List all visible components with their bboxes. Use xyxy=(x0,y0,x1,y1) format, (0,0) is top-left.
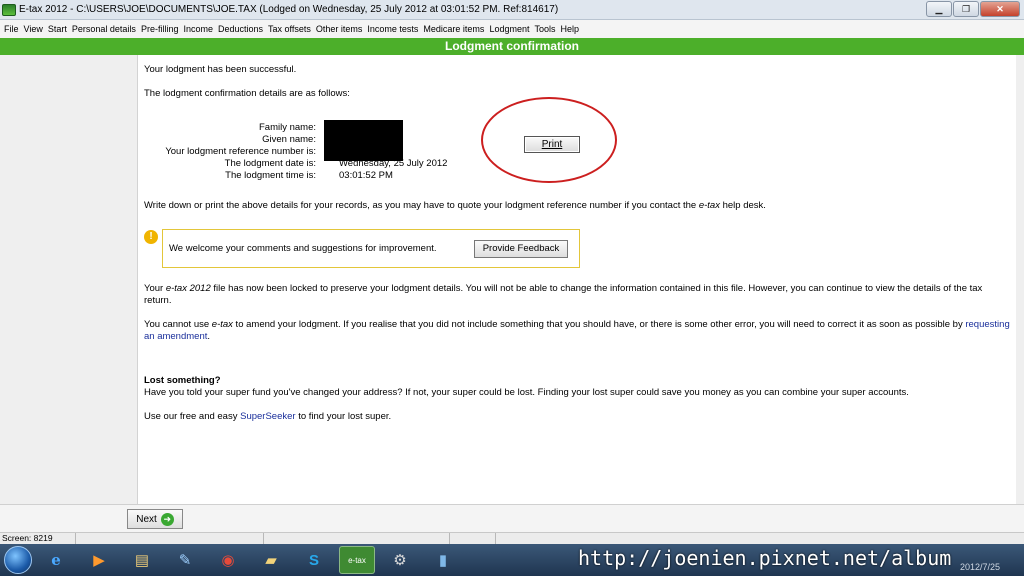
menu-medicare-items[interactable]: Medicare items xyxy=(423,24,484,34)
settings-icon[interactable]: ⚙ xyxy=(382,546,418,574)
skype-icon[interactable]: S xyxy=(296,546,332,574)
print-button-label: Print xyxy=(541,139,563,150)
window-title: E-tax 2012 - C:\USERS\JOE\DOCUMENTS\JOE.… xyxy=(19,4,559,15)
menu-pre-filling[interactable]: Pre-filling xyxy=(141,24,179,34)
provide-feedback-button[interactable]: Provide Feedback xyxy=(474,240,568,258)
locked-file-text: Your e-tax 2012 file has now been locked… xyxy=(144,283,983,306)
watermark-date: 2012/7/25 xyxy=(960,562,1001,572)
arrow-right-icon: ➜ xyxy=(160,512,174,526)
page-title: Lodgment confirmation xyxy=(0,38,1024,55)
minimize-button[interactable]: ▁ xyxy=(926,1,952,17)
start-button[interactable] xyxy=(4,546,32,574)
lodgment-date-label: The lodgment date is: xyxy=(224,158,316,169)
menu-income-tests[interactable]: Income tests xyxy=(367,24,418,34)
menu-tax-offsets[interactable]: Tax offsets xyxy=(268,24,311,34)
status-bar: Screen: 8219 xyxy=(0,532,1024,545)
media-player-icon[interactable]: ▶ xyxy=(81,546,117,574)
menu-tools[interactable]: Tools xyxy=(534,24,555,34)
details-labels: Family name: Given name: Your lodgment r… xyxy=(144,122,316,182)
menu-other-items[interactable]: Other items xyxy=(316,24,363,34)
lodgment-time-label: The lodgment time is: xyxy=(225,170,316,181)
superseeker-link[interactable]: SuperSeeker xyxy=(240,411,295,422)
watermark-url: http://joenien.pixnet.net/album xyxy=(578,546,952,570)
family-name-label: Family name: xyxy=(258,122,316,133)
success-message: Your lodgment has been successful. xyxy=(144,64,297,75)
superseeker-text: Use our free and easy SuperSeeker to fin… xyxy=(144,411,392,422)
next-button-label: Next xyxy=(136,513,157,525)
internet-explorer-icon[interactable]: e xyxy=(38,546,74,574)
bottom-nav-bar: Next ➜ xyxy=(0,504,1024,532)
etax-icon[interactable]: e-tax xyxy=(339,546,375,574)
reference-number-label: Your lodgment reference number is: xyxy=(165,146,316,157)
tools-icon[interactable]: ✎ xyxy=(167,546,203,574)
menu-start[interactable]: Start xyxy=(48,24,67,34)
etax-app-icon xyxy=(2,3,16,16)
menu-help[interactable]: Help xyxy=(560,24,579,34)
file-explorer-icon[interactable]: ▤ xyxy=(124,546,160,574)
left-panel xyxy=(0,55,138,504)
maximize-button[interactable]: ❐ xyxy=(953,1,979,17)
folder-icon[interactable]: ▰ xyxy=(253,546,289,574)
right-panel xyxy=(1016,55,1024,504)
warning-icon: ! xyxy=(144,230,158,244)
print-button[interactable]: Print xyxy=(524,136,580,153)
details-intro: The lodgment confirmation details are as… xyxy=(144,88,350,99)
feedback-box: We welcome your comments and suggestions… xyxy=(162,229,580,268)
book-icon[interactable]: ▮ xyxy=(425,546,461,574)
menu-lodgment[interactable]: Lodgment xyxy=(489,24,529,34)
lost-super-text: Have you told your super fund you've cha… xyxy=(144,387,909,398)
menu-file[interactable]: File xyxy=(4,24,19,34)
write-down-text: Write down or print the above details fo… xyxy=(144,200,766,211)
lodgment-time-value: 03:01:52 PM xyxy=(339,170,393,181)
given-name-label: Given name: xyxy=(262,134,316,145)
close-button[interactable]: ✕ xyxy=(980,1,1020,17)
menu-deductions[interactable]: Deductions xyxy=(218,24,263,34)
next-button[interactable]: Next ➜ xyxy=(127,509,183,529)
lost-something-heading: Lost something? xyxy=(144,375,221,386)
menu-bar: File View Start Personal details Pre-fil… xyxy=(0,20,1024,38)
menu-view[interactable]: View xyxy=(24,24,43,34)
window-controls: ▁ ❐ ✕ xyxy=(925,1,1020,17)
amend-text: You cannot use e-tax to amend your lodgm… xyxy=(144,319,1010,342)
menu-personal-details[interactable]: Personal details xyxy=(72,24,136,34)
chrome-icon[interactable]: ◉ xyxy=(210,546,246,574)
feedback-text: We welcome your comments and suggestions… xyxy=(169,243,437,254)
title-bar: E-tax 2012 - C:\USERS\JOE\DOCUMENTS\JOE.… xyxy=(0,0,1024,20)
redaction-box xyxy=(324,120,403,161)
menu-income[interactable]: Income xyxy=(183,24,213,34)
